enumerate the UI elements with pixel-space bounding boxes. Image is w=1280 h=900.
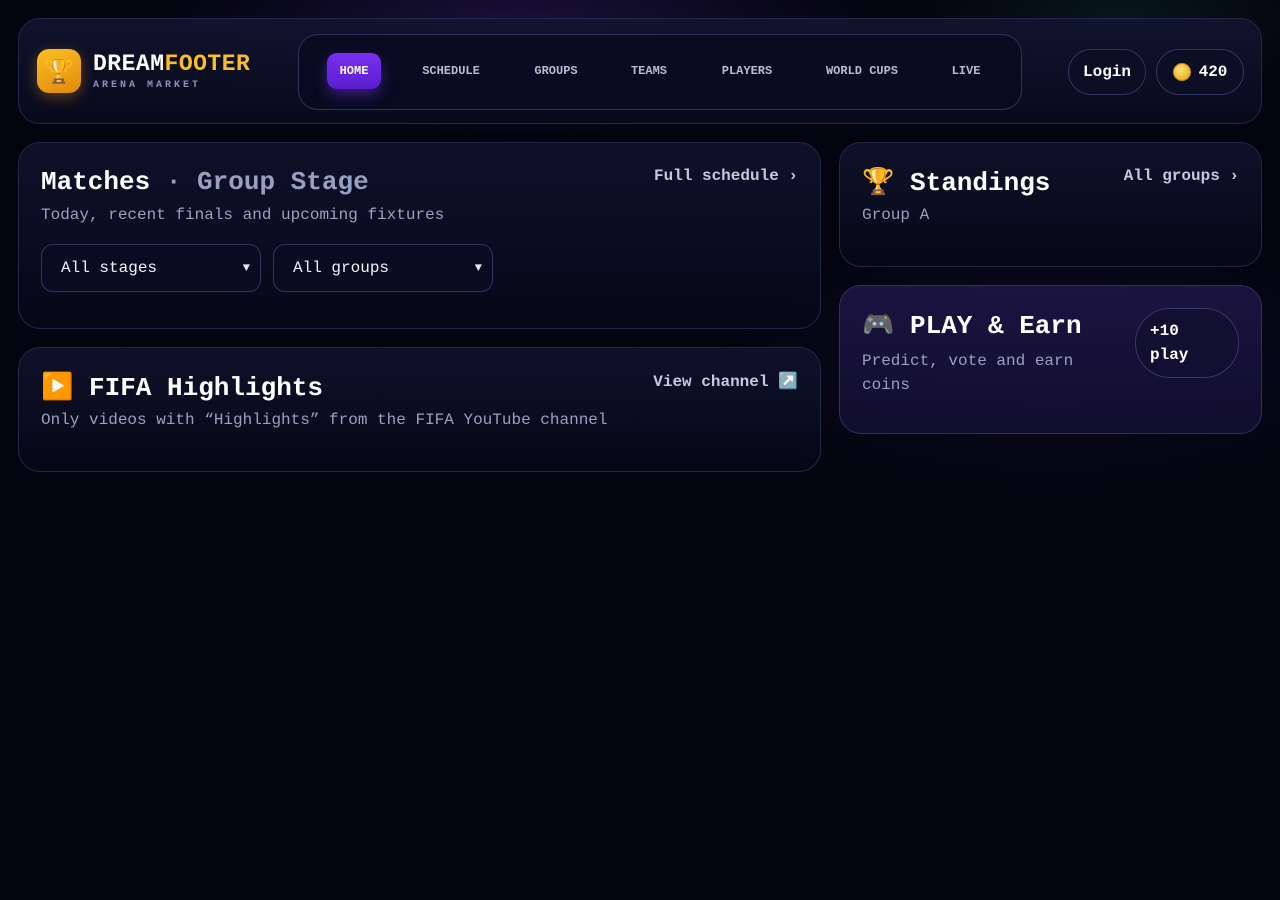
matches-title: Matches · Group Stage bbox=[41, 167, 369, 197]
chevron-down-icon: ▼ bbox=[474, 261, 482, 275]
gamepad-icon: 🎮 bbox=[862, 310, 895, 340]
nav-item-groups[interactable]: GROUPS bbox=[525, 53, 587, 89]
coins-value: 420 bbox=[1198, 63, 1228, 81]
standings-card: 🏆 Standings Group A All groups › bbox=[839, 142, 1262, 267]
nav-item-home[interactable]: HOME bbox=[327, 53, 381, 89]
brand-name: DREAMFOOTER bbox=[93, 51, 251, 77]
brand[interactable]: 🏆 DREAMFOOTER ARENA MARKET bbox=[37, 49, 250, 93]
nav-item-players[interactable]: PLAYERS bbox=[711, 53, 783, 89]
play-reward-button[interactable]: +10 play bbox=[1135, 308, 1239, 378]
highlights-title: ▶️ FIFA Highlights bbox=[41, 372, 324, 403]
trophy-icon: 🏆 bbox=[37, 49, 81, 93]
play-earn-card[interactable]: 🎮 PLAY & Earn Predict, vote and earn coi… bbox=[839, 285, 1262, 434]
all-groups-link[interactable]: All groups › bbox=[1124, 167, 1239, 185]
highlights-subtitle: Only videos with “Highlights” from the F… bbox=[41, 411, 608, 429]
stage-select[interactable]: All stages ▼ bbox=[41, 244, 261, 292]
external-link-icon: ↗️ bbox=[778, 371, 798, 390]
group-select[interactable]: All groups ▼ bbox=[273, 244, 493, 292]
brand-subtitle: ARENA MARKET bbox=[93, 80, 202, 91]
matches-card: Matches · Group Stage Today, recent fina… bbox=[18, 142, 821, 329]
highlights-card: ▶️ FIFA Highlights Only videos with “Hig… bbox=[18, 347, 821, 472]
nav-item-world-cups[interactable]: WORLD CUPS bbox=[817, 53, 907, 89]
chevron-down-icon: ▼ bbox=[242, 261, 250, 275]
main-nav: HOME SCHEDULE GROUPS TEAMS PLAYERS WORLD… bbox=[298, 34, 1022, 110]
standings-title: 🏆 Standings bbox=[862, 167, 1051, 198]
play-button-icon: ▶️ bbox=[41, 372, 74, 402]
view-channel-link[interactable]: View channel ↗️ bbox=[653, 371, 798, 391]
play-earn-subtitle: Predict, vote and earn coins bbox=[862, 352, 1074, 394]
full-schedule-link[interactable]: Full schedule › bbox=[654, 167, 798, 185]
top-header: 🏆 DREAMFOOTER ARENA MARKET HOME SCHEDULE… bbox=[18, 18, 1262, 124]
trophy-icon: 🏆 bbox=[862, 167, 895, 197]
nav-item-teams[interactable]: TEAMS bbox=[621, 53, 677, 89]
play-earn-title: 🎮 PLAY & Earn bbox=[862, 310, 1082, 341]
coins-balance-button[interactable]: 420 bbox=[1156, 49, 1244, 95]
standings-subtitle: Group A bbox=[862, 206, 930, 224]
matches-subtitle: Today, recent finals and upcoming fixtur… bbox=[41, 206, 445, 224]
coin-icon bbox=[1172, 63, 1191, 81]
nav-item-live[interactable]: LIVE bbox=[943, 53, 989, 89]
login-button[interactable]: Login bbox=[1068, 49, 1146, 95]
nav-item-schedule[interactable]: SCHEDULE bbox=[409, 53, 493, 89]
